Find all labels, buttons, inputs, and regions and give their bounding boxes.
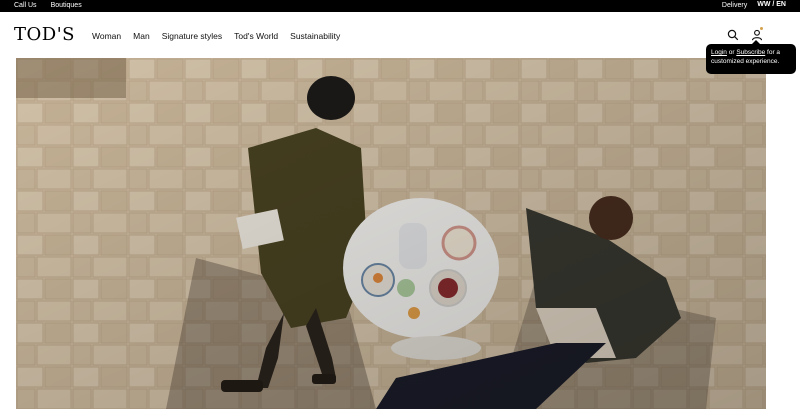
boutiques-link[interactable]: Boutiques: [51, 1, 82, 11]
nav-item-man[interactable]: Man: [133, 31, 150, 41]
hero-photo: [16, 58, 766, 409]
region-selector[interactable]: WW / EN: [757, 1, 786, 11]
tooltip-or-text: or: [726, 49, 737, 56]
nav-item-woman[interactable]: Woman: [92, 31, 121, 41]
main-header: TOD'S Woman Man Signature styles Tod's W…: [0, 12, 800, 58]
nav-item-tods-world[interactable]: Tod's World: [234, 31, 278, 41]
brand-logo[interactable]: TOD'S: [14, 24, 75, 45]
search-icon[interactable]: [727, 29, 739, 41]
hero-image[interactable]: [16, 58, 766, 409]
nav-item-signature-styles[interactable]: Signature styles: [162, 31, 222, 41]
top-utility-bar: Call Us Boutiques Delivery WW / EN: [0, 0, 800, 12]
notification-dot: [760, 27, 763, 30]
call-us-link[interactable]: Call Us: [14, 1, 37, 11]
delivery-link[interactable]: Delivery: [722, 1, 747, 11]
nav-item-sustainability[interactable]: Sustainability: [290, 31, 340, 41]
subscribe-link[interactable]: Subscribe: [736, 49, 765, 56]
login-link[interactable]: Login: [711, 49, 727, 56]
main-nav: Woman Man Signature styles Tod's World S…: [92, 31, 340, 41]
login-tooltip: Login or Subscribe for a customized expe…: [706, 40, 796, 74]
